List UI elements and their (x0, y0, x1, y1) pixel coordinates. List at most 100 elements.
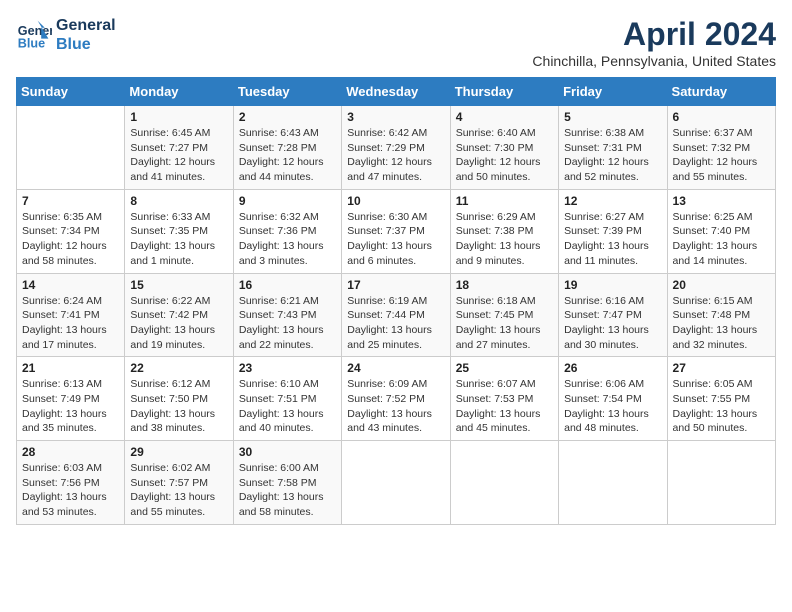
day-number: 10 (347, 194, 444, 208)
day-number: 19 (564, 278, 661, 292)
calendar-cell: 4Sunrise: 6:40 AMSunset: 7:30 PMDaylight… (450, 106, 558, 190)
day-number: 22 (130, 361, 227, 375)
day-info: Sunrise: 6:37 AMSunset: 7:32 PMDaylight:… (673, 126, 770, 185)
day-info: Sunrise: 6:18 AMSunset: 7:45 PMDaylight:… (456, 294, 553, 353)
day-info: Sunrise: 6:05 AMSunset: 7:55 PMDaylight:… (673, 377, 770, 436)
calendar-cell: 3Sunrise: 6:42 AMSunset: 7:29 PMDaylight… (342, 106, 450, 190)
day-number: 11 (456, 194, 553, 208)
calendar-cell: 27 Sunrise: 6:05 AMSunset: 7:55 PMDayligh… (667, 357, 775, 441)
calendar-cell (450, 441, 558, 525)
day-number: 26 (564, 361, 661, 375)
day-number: 28 (22, 445, 119, 459)
calendar-cell: 28 Sunrise: 6:03 AMSunset: 7:56 PMDayligh… (17, 441, 125, 525)
calendar-cell: 25Sunrise: 6:07 AMSunset: 7:53 PMDayligh… (450, 357, 558, 441)
calendar-cell: 9 Sunrise: 6:32 AMSunset: 7:36 PMDaylight… (233, 189, 341, 273)
day-info: Sunrise: 6:06 AMSunset: 7:54 PMDaylight:… (564, 377, 661, 436)
calendar-week-row: 7 Sunrise: 6:35 AMSunset: 7:34 PMDaylight… (17, 189, 776, 273)
weekday-header-tuesday: Tuesday (233, 78, 341, 106)
logo-blue: Blue (56, 35, 116, 54)
calendar-cell: 13 Sunrise: 6:25 AMSunset: 7:40 PMDayligh… (667, 189, 775, 273)
calendar-cell: 12 Sunrise: 6:27 AMSunset: 7:39 PMDayligh… (559, 189, 667, 273)
day-number: 20 (673, 278, 770, 292)
calendar-cell: 26 Sunrise: 6:06 AMSunset: 7:54 PMDayligh… (559, 357, 667, 441)
calendar-cell: 2 Sunrise: 6:43 AMSunset: 7:28 PMDaylight… (233, 106, 341, 190)
day-number: 6 (673, 110, 770, 124)
day-info: Sunrise: 6:10 AMSunset: 7:51 PMDaylight:… (239, 377, 336, 436)
day-number: 15 (130, 278, 227, 292)
calendar-week-row: 21 Sunrise: 6:13 AMSunset: 7:49 PMDayligh… (17, 357, 776, 441)
weekday-header-wednesday: Wednesday (342, 78, 450, 106)
calendar-cell: 14 Sunrise: 6:24 AMSunset: 7:41 PMDayligh… (17, 273, 125, 357)
calendar-cell: 19 Sunrise: 6:16 AMSunset: 7:47 PMDayligh… (559, 273, 667, 357)
calendar-title: April 2024 (532, 16, 776, 53)
weekday-header-row: SundayMondayTuesdayWednesdayThursdayFrid… (17, 78, 776, 106)
day-info: Sunrise: 6:43 AMSunset: 7:28 PMDaylight:… (239, 126, 336, 185)
day-number: 1 (130, 110, 227, 124)
day-info: Sunrise: 6:24 AMSunset: 7:41 PMDaylight:… (22, 294, 119, 353)
calendar-week-row: 28 Sunrise: 6:03 AMSunset: 7:56 PMDayligh… (17, 441, 776, 525)
day-number: 27 (673, 361, 770, 375)
calendar-cell: 22 Sunrise: 6:12 AMSunset: 7:50 PMDayligh… (125, 357, 233, 441)
day-info: Sunrise: 6:15 AMSunset: 7:48 PMDaylight:… (673, 294, 770, 353)
calendar-cell (559, 441, 667, 525)
day-info: Sunrise: 6:27 AMSunset: 7:39 PMDaylight:… (564, 210, 661, 269)
logo-general: General (56, 16, 116, 35)
day-info: Sunrise: 6:32 AMSunset: 7:36 PMDaylight:… (239, 210, 336, 269)
day-number: 9 (239, 194, 336, 208)
day-info: Sunrise: 6:07 AMSunset: 7:53 PMDaylight:… (456, 377, 553, 436)
calendar-cell (17, 106, 125, 190)
calendar-week-row: 1Sunrise: 6:45 AMSunset: 7:27 PMDaylight… (17, 106, 776, 190)
title-block: April 2024 Chinchilla, Pennsylvania, Uni… (532, 16, 776, 69)
day-number: 17 (347, 278, 444, 292)
day-info: Sunrise: 6:21 AMSunset: 7:43 PMDaylight:… (239, 294, 336, 353)
day-number: 24 (347, 361, 444, 375)
calendar-cell: 20 Sunrise: 6:15 AMSunset: 7:48 PMDayligh… (667, 273, 775, 357)
day-number: 29 (130, 445, 227, 459)
day-number: 8 (130, 194, 227, 208)
calendar-week-row: 14 Sunrise: 6:24 AMSunset: 7:41 PMDayligh… (17, 273, 776, 357)
day-info: Sunrise: 6:29 AMSunset: 7:38 PMDaylight:… (456, 210, 553, 269)
calendar-cell (342, 441, 450, 525)
day-info: Sunrise: 6:13 AMSunset: 7:49 PMDaylight:… (22, 377, 119, 436)
weekday-header-monday: Monday (125, 78, 233, 106)
calendar-cell: 10 Sunrise: 6:30 AMSunset: 7:37 PMDayligh… (342, 189, 450, 273)
calendar-cell: 17Sunrise: 6:19 AMSunset: 7:44 PMDayligh… (342, 273, 450, 357)
day-number: 30 (239, 445, 336, 459)
day-info: Sunrise: 6:42 AMSunset: 7:29 PMDaylight:… (347, 126, 444, 185)
calendar-subtitle: Chinchilla, Pennsylvania, United States (532, 53, 776, 69)
calendar-cell: 1Sunrise: 6:45 AMSunset: 7:27 PMDaylight… (125, 106, 233, 190)
day-number: 12 (564, 194, 661, 208)
day-number: 21 (22, 361, 119, 375)
calendar-cell: 29 Sunrise: 6:02 AMSunset: 7:57 PMDayligh… (125, 441, 233, 525)
calendar-cell: 7 Sunrise: 6:35 AMSunset: 7:34 PMDaylight… (17, 189, 125, 273)
calendar-cell: 11 Sunrise: 6:29 AMSunset: 7:38 PMDayligh… (450, 189, 558, 273)
calendar-cell: 15Sunrise: 6:22 AMSunset: 7:42 PMDayligh… (125, 273, 233, 357)
day-info: Sunrise: 6:33 AMSunset: 7:35 PMDaylight:… (130, 210, 227, 269)
day-info: Sunrise: 6:25 AMSunset: 7:40 PMDaylight:… (673, 210, 770, 269)
day-number: 18 (456, 278, 553, 292)
day-info: Sunrise: 6:16 AMSunset: 7:47 PMDaylight:… (564, 294, 661, 353)
calendar-cell: 30 Sunrise: 6:00 AMSunset: 7:58 PMDayligh… (233, 441, 341, 525)
calendar-cell: 16Sunrise: 6:21 AMSunset: 7:43 PMDayligh… (233, 273, 341, 357)
day-number: 2 (239, 110, 336, 124)
day-number: 13 (673, 194, 770, 208)
calendar-cell: 8 Sunrise: 6:33 AMSunset: 7:35 PMDaylight… (125, 189, 233, 273)
day-info: Sunrise: 6:00 AMSunset: 7:58 PMDaylight:… (239, 461, 336, 520)
day-number: 14 (22, 278, 119, 292)
calendar-cell (667, 441, 775, 525)
weekday-header-saturday: Saturday (667, 78, 775, 106)
day-number: 7 (22, 194, 119, 208)
day-info: Sunrise: 6:30 AMSunset: 7:37 PMDaylight:… (347, 210, 444, 269)
day-info: Sunrise: 6:35 AMSunset: 7:34 PMDaylight:… (22, 210, 119, 269)
svg-text:Blue: Blue (18, 37, 45, 51)
day-info: Sunrise: 6:09 AMSunset: 7:52 PMDaylight:… (347, 377, 444, 436)
day-info: Sunrise: 6:12 AMSunset: 7:50 PMDaylight:… (130, 377, 227, 436)
weekday-header-thursday: Thursday (450, 78, 558, 106)
logo: General Blue General Blue (16, 16, 116, 54)
calendar-cell: 6 Sunrise: 6:37 AMSunset: 7:32 PMDaylight… (667, 106, 775, 190)
day-info: Sunrise: 6:02 AMSunset: 7:57 PMDaylight:… (130, 461, 227, 520)
logo-icon: General Blue (16, 17, 52, 53)
weekday-header-sunday: Sunday (17, 78, 125, 106)
day-info: Sunrise: 6:03 AMSunset: 7:56 PMDaylight:… (22, 461, 119, 520)
day-number: 5 (564, 110, 661, 124)
